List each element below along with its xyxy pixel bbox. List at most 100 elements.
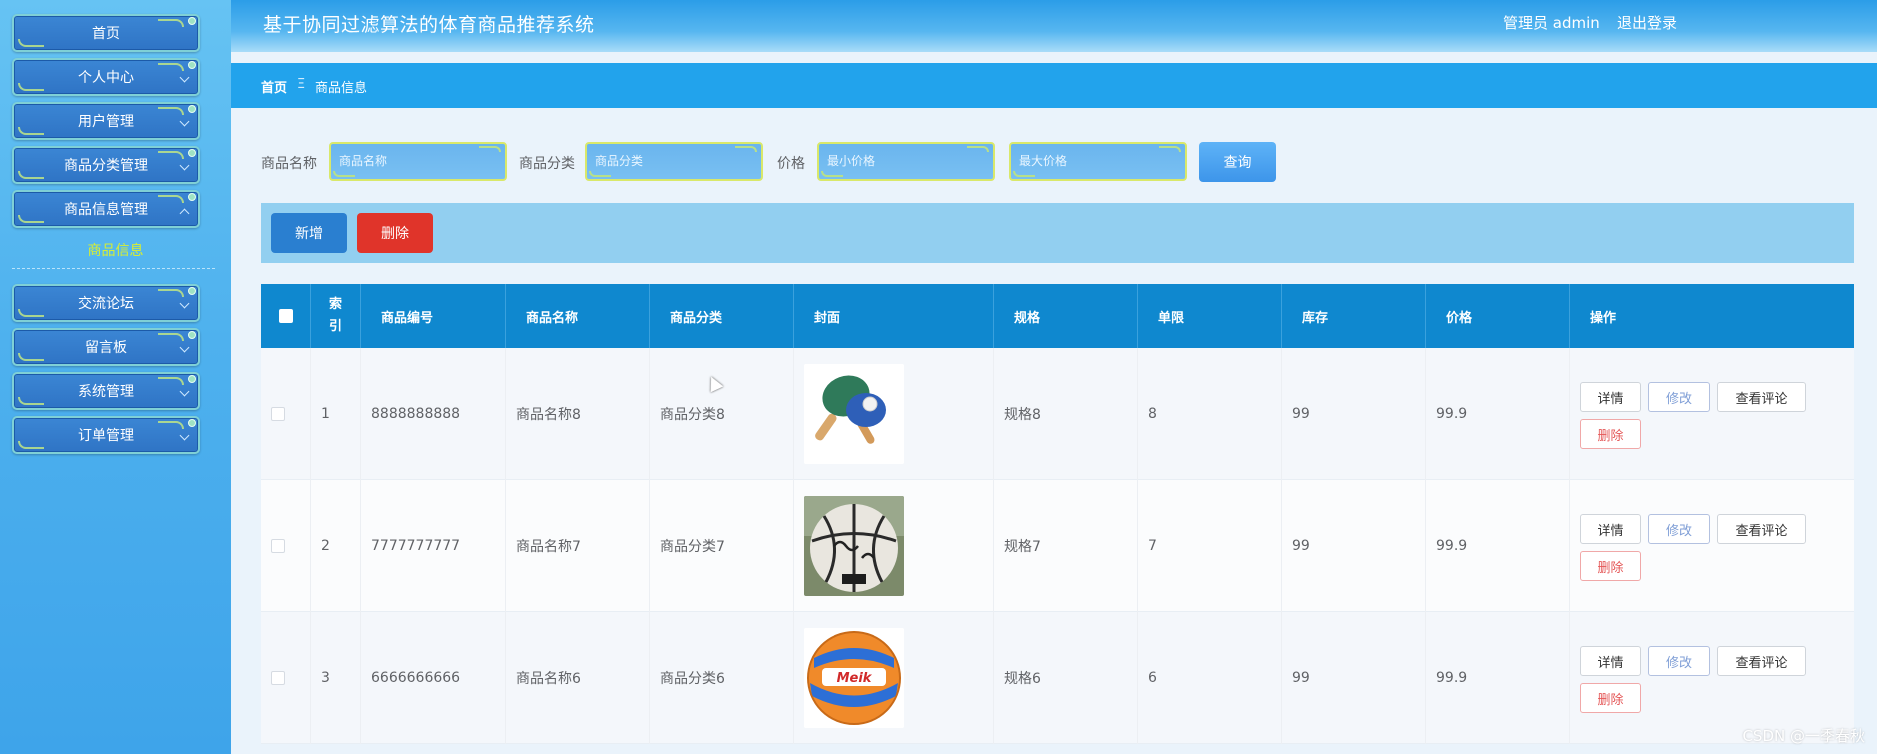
sidebar-item-message-board[interactable]: 留言板 <box>12 328 200 366</box>
delete-button[interactable]: 删除 <box>1580 551 1641 581</box>
ornament-icon <box>18 397 44 405</box>
row-category: 商品分类8 <box>650 348 794 480</box>
sidebar-item-order-management[interactable]: 订单管理 <box>12 416 200 454</box>
app-title: 基于协同过滤算法的体育商品推荐系统 <box>263 14 595 36</box>
ornament-icon <box>158 151 184 159</box>
sidebar-item-label: 用户管理 <box>78 114 134 130</box>
edit-button[interactable]: 修改 <box>1648 382 1710 412</box>
batch-delete-button[interactable]: 删除 <box>357 213 433 253</box>
col-category: 商品分类 <box>650 284 794 348</box>
col-cover: 封面 <box>794 284 994 348</box>
row-spec: 规格7 <box>994 480 1138 612</box>
ornament-icon <box>158 289 184 297</box>
category-input[interactable]: 商品分类 <box>585 142 763 181</box>
ornament-icon <box>735 146 757 152</box>
row-stock: 99 <box>1282 348 1426 480</box>
ornament-icon <box>18 39 44 47</box>
add-button[interactable]: 新增 <box>271 213 347 253</box>
sidebar-item-category-management[interactable]: 商品分类管理 <box>12 146 200 184</box>
action-bar: 新增 删除 <box>261 203 1854 263</box>
sidebar-item-label: 个人中心 <box>78 70 134 86</box>
sidebar-divider <box>12 268 215 269</box>
row-checkbox[interactable] <box>271 407 285 421</box>
sidebar-item-user-management[interactable]: 用户管理 <box>12 102 200 140</box>
edit-button[interactable]: 修改 <box>1648 514 1710 544</box>
chevron-down-icon <box>179 298 190 309</box>
top-header: 基于协同过滤算法的体育商品推荐系统 管理员 admin 退出登录 <box>231 0 1877 52</box>
breadcrumb: 首页 Ξ 商品信息 <box>231 63 1877 108</box>
breadcrumb-separator-icon: Ξ <box>297 77 306 92</box>
col-index: 索引 <box>311 284 361 348</box>
cover-image-table-tennis[interactable] <box>804 364 904 464</box>
row-limit: 6 <box>1138 612 1282 744</box>
cover-image-basketball[interactable] <box>804 496 904 596</box>
sidebar-item-label: 系统管理 <box>78 384 134 400</box>
chevron-down-icon <box>179 72 190 83</box>
delete-button[interactable]: 删除 <box>1580 683 1641 713</box>
col-ops: 操作 <box>1590 310 1617 326</box>
sidebar-item-forum[interactable]: 交流论坛 <box>12 284 200 322</box>
logout-link[interactable]: 退出登录 <box>1617 12 1677 33</box>
sidebar-item-system-management[interactable]: 系统管理 <box>12 372 200 410</box>
chevron-down-icon <box>179 160 190 171</box>
gem-icon <box>188 149 196 157</box>
row-price: 99.9 <box>1426 612 1570 744</box>
ornament-icon <box>18 171 44 179</box>
detail-button[interactable]: 详情 <box>1580 514 1641 544</box>
row-price: 99.9 <box>1426 480 1570 612</box>
sidebar-item-product-management[interactable]: 商品信息管理 <box>12 190 200 228</box>
price-min-input[interactable]: 最小价格 <box>817 142 995 181</box>
ornament-icon <box>158 63 184 71</box>
price-label: 价格 <box>777 156 805 172</box>
ornament-icon <box>479 146 501 152</box>
category-placeholder: 商品分类 <box>595 154 644 168</box>
ornament-icon <box>18 309 44 317</box>
table-row: 3 6666666666 商品名称6 商品分类6 Meik 规格6 6 99 9… <box>261 612 1854 744</box>
chevron-down-icon <box>179 116 190 127</box>
row-index: 3 <box>311 612 361 744</box>
row-cover-cell: Meik <box>794 612 994 744</box>
row-stock: 99 <box>1282 480 1426 612</box>
gem-icon <box>188 193 196 201</box>
ornament-icon <box>158 19 184 27</box>
delete-button[interactable]: 删除 <box>1580 419 1641 449</box>
row-checkbox[interactable] <box>271 539 285 553</box>
gem-icon <box>188 375 196 383</box>
cover-image-volleyball[interactable]: Meik <box>804 628 904 728</box>
ornament-icon <box>1159 146 1181 152</box>
breadcrumb-home[interactable]: 首页 <box>261 77 287 96</box>
detail-button[interactable]: 详情 <box>1580 382 1641 412</box>
sidebar-subitem-product-info[interactable]: 商品信息 <box>0 240 231 260</box>
sidebar-item-label: 商品信息管理 <box>64 202 148 218</box>
col-code: 商品编号 <box>361 284 506 348</box>
col-stock: 库存 <box>1282 284 1426 348</box>
ornament-icon <box>158 107 184 115</box>
row-name: 商品名称8 <box>506 348 650 480</box>
price-max-placeholder: 最大价格 <box>1019 154 1068 168</box>
ornament-icon <box>18 127 44 135</box>
checkbox-icon <box>278 309 293 323</box>
detail-button[interactable]: 详情 <box>1580 646 1641 676</box>
row-limit: 8 <box>1138 348 1282 480</box>
sidebar-item-home[interactable]: 首页 <box>12 14 200 52</box>
table-row: 1 8888888888 商品名称8 商品分类8 规格8 8 99 99.9 详… <box>261 348 1854 480</box>
col-spec: 规格 <box>994 284 1138 348</box>
view-reviews-button[interactable]: 查看评论 <box>1717 646 1806 676</box>
query-button[interactable]: 查询 <box>1199 142 1276 182</box>
row-checkbox[interactable] <box>271 671 285 685</box>
edit-button[interactable]: 修改 <box>1648 646 1710 676</box>
row-spec: 规格6 <box>994 612 1138 744</box>
sidebar-item-label: 商品分类管理 <box>64 158 148 174</box>
row-limit: 7 <box>1138 480 1282 612</box>
col-limit: 单限 <box>1138 284 1282 348</box>
row-code: 7777777777 <box>361 480 506 612</box>
price-max-input[interactable]: 最大价格 <box>1009 142 1187 181</box>
view-reviews-button[interactable]: 查看评论 <box>1717 514 1806 544</box>
sidebar-item-label: 首页 <box>92 26 120 42</box>
ornament-icon <box>1013 171 1035 177</box>
category-label: 商品分类 <box>519 156 575 172</box>
view-reviews-button[interactable]: 查看评论 <box>1717 382 1806 412</box>
product-name-input[interactable]: 商品名称 <box>329 142 507 181</box>
select-all-checkbox[interactable] <box>261 284 311 348</box>
sidebar-item-personal-center[interactable]: 个人中心 <box>12 58 200 96</box>
